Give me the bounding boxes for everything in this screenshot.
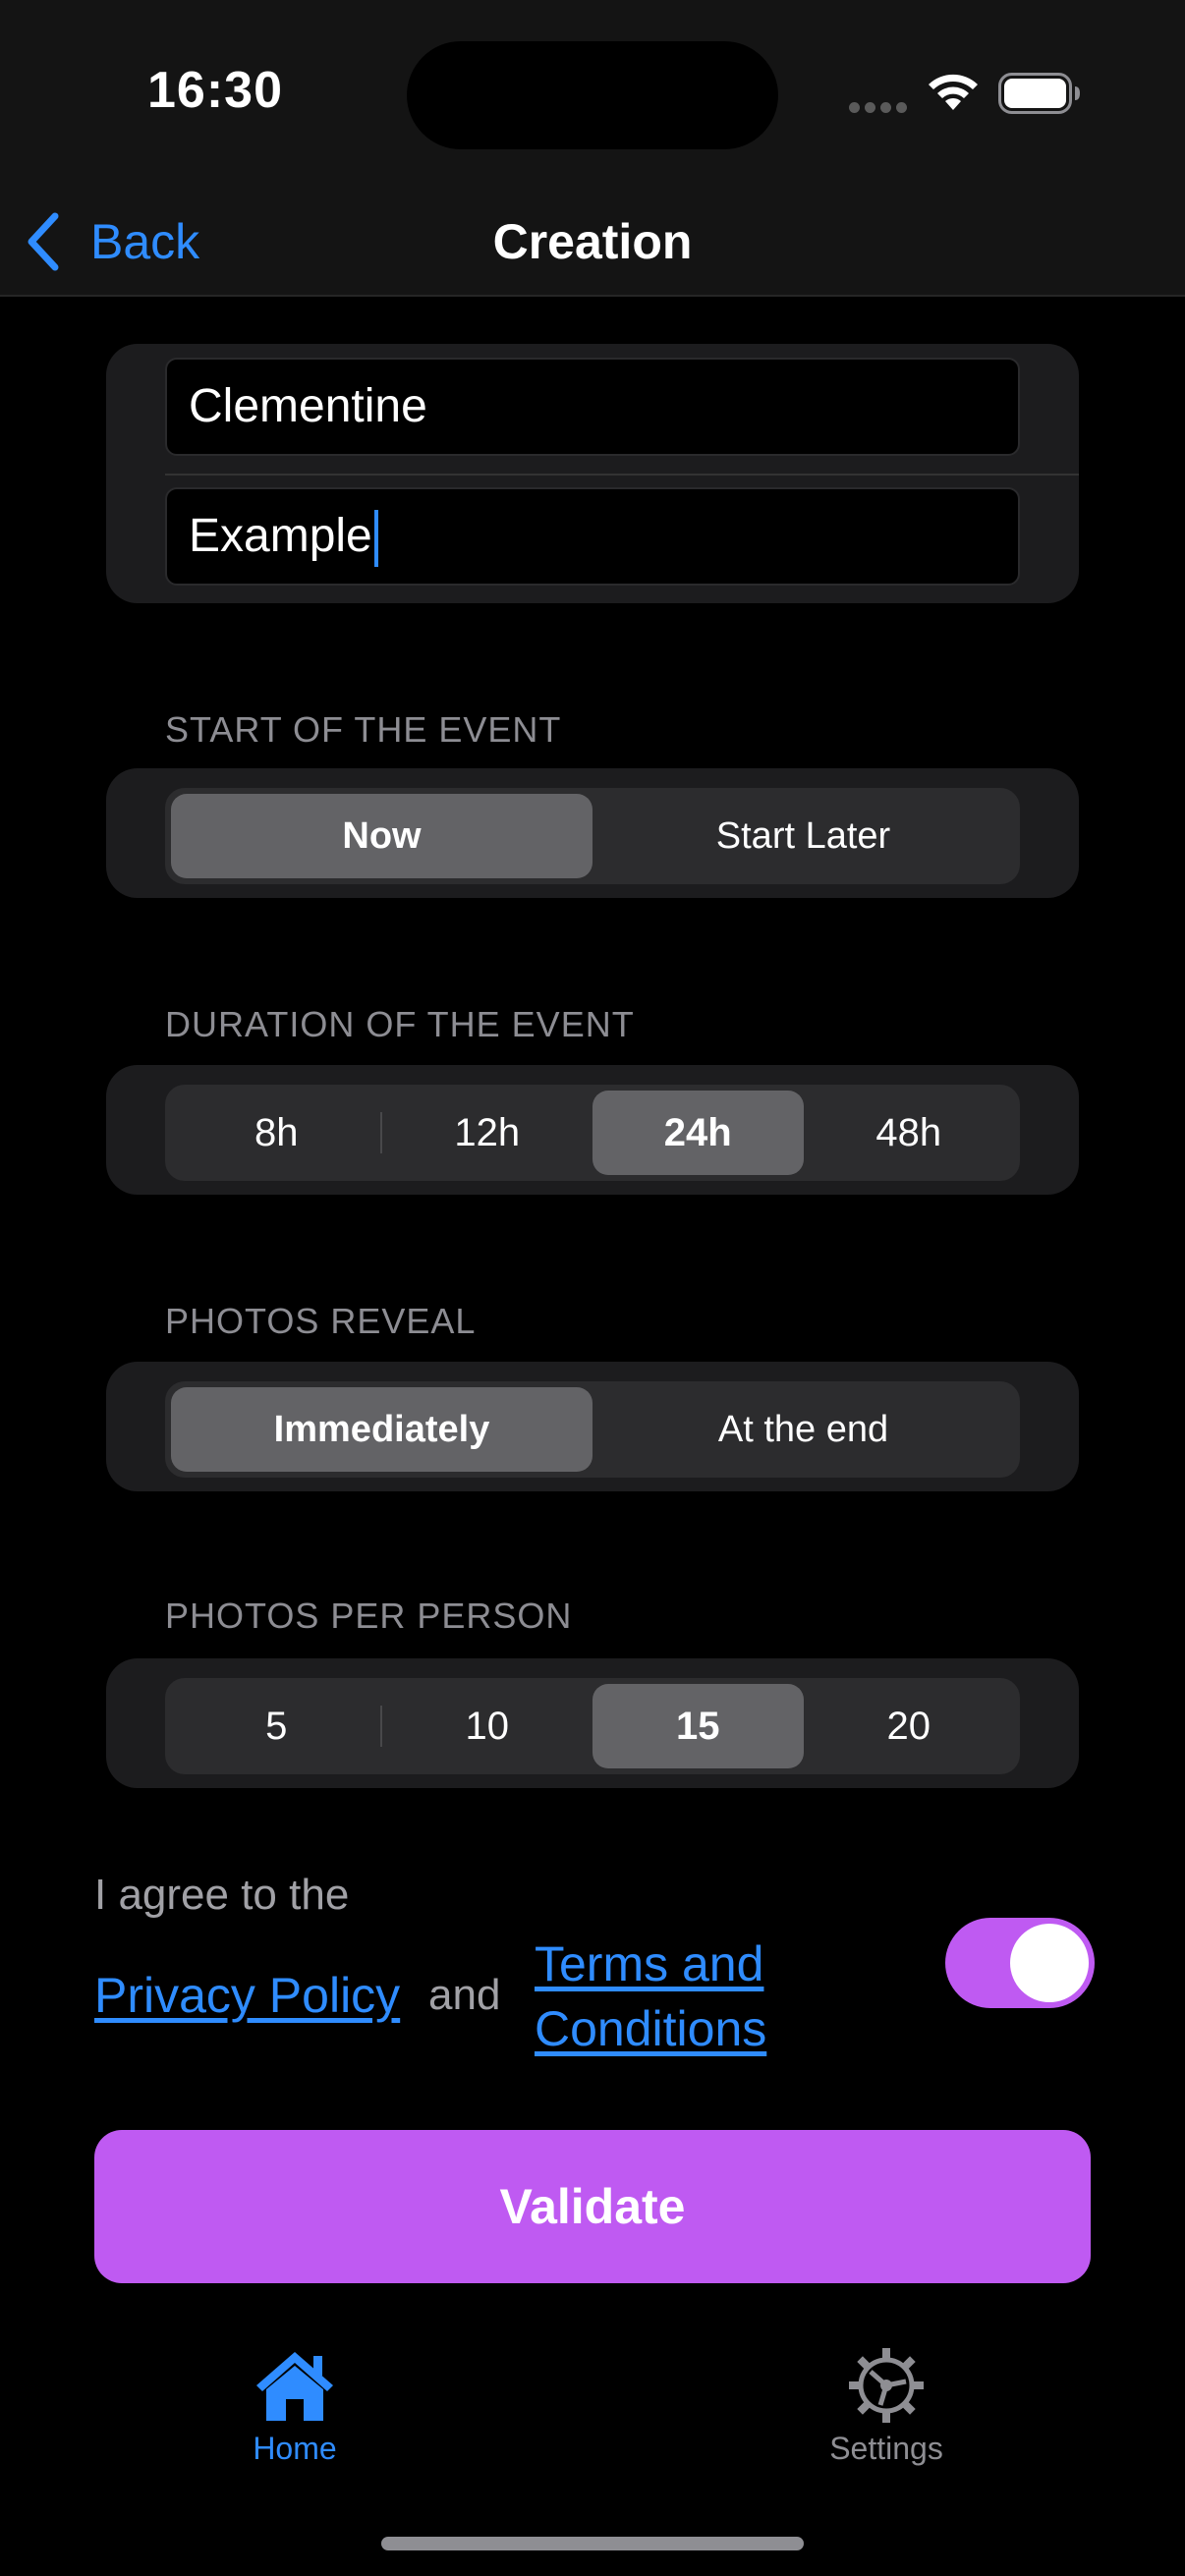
- home-indicator: [381, 2537, 804, 2550]
- status-time: 16:30: [147, 62, 283, 119]
- dynamic-island: [407, 41, 778, 149]
- event-description-value: Example: [189, 510, 372, 562]
- field-divider: [165, 474, 1079, 476]
- navigation-bar: Back Creation: [0, 187, 1185, 297]
- segment-now[interactable]: Now: [171, 794, 592, 878]
- validate-button[interactable]: Validate: [94, 2130, 1091, 2283]
- cellular-signal-icon: [849, 102, 908, 114]
- duration-segmented-control: 8h 12h 24h 48h: [165, 1085, 1020, 1181]
- segment-start-later[interactable]: Start Later: [592, 794, 1014, 878]
- agreement-and-text: and: [428, 1971, 501, 2019]
- toggle-knob: [1010, 1924, 1089, 2002]
- wifi-icon: [929, 74, 978, 110]
- house-icon: [256, 2352, 333, 2421]
- gear-icon: [849, 2348, 924, 2423]
- photos-section-label: PHOTOS PER PERSON: [165, 1596, 573, 1636]
- page-title: Creation: [492, 214, 693, 269]
- start-segmented-control: Now Start Later: [165, 788, 1020, 884]
- tab-home-label: Home: [253, 2431, 337, 2466]
- tab-home[interactable]: Home: [197, 2346, 393, 2467]
- segment-20[interactable]: 20: [804, 1684, 1015, 1768]
- segment-10[interactable]: 10: [382, 1684, 593, 1768]
- segment-8h[interactable]: 8h: [171, 1091, 382, 1175]
- terms-link-line-1[interactable]: Terms and: [535, 1935, 763, 1992]
- tab-settings[interactable]: Settings: [788, 2346, 985, 2467]
- segment-immediately[interactable]: Immediately: [171, 1387, 592, 1472]
- text-cursor: [373, 510, 378, 568]
- reveal-segmented-control: Immediately At the end: [165, 1381, 1020, 1478]
- privacy-policy-link[interactable]: Privacy Policy: [94, 1967, 400, 2024]
- event-name-field[interactable]: Clementine: [165, 358, 1020, 456]
- start-section-label: START OF THE EVENT: [165, 709, 562, 750]
- segment-48h[interactable]: 48h: [804, 1091, 1015, 1175]
- event-info-card: Clementine Example: [106, 344, 1079, 603]
- segment-12h[interactable]: 12h: [382, 1091, 593, 1175]
- segment-24h[interactable]: 24h: [592, 1091, 804, 1175]
- agreement-text: I agree to the: [94, 1871, 350, 1919]
- duration-section-label: DURATION OF THE EVENT: [165, 1004, 635, 1044]
- segment-15[interactable]: 15: [592, 1684, 804, 1768]
- tab-settings-label: Settings: [829, 2431, 943, 2466]
- segment-at-the-end[interactable]: At the end: [592, 1387, 1014, 1472]
- agreement-toggle[interactable]: [945, 1918, 1095, 2008]
- event-description-field[interactable]: Example: [165, 487, 1020, 586]
- status-bar: 16:30: [0, 0, 1185, 187]
- segment-5[interactable]: 5: [171, 1684, 382, 1768]
- reveal-section-label: PHOTOS REVEAL: [165, 1301, 477, 1341]
- photos-segmented-control: 5 10 15 20: [165, 1678, 1020, 1774]
- terms-link-line-2[interactable]: Conditions: [535, 2000, 766, 2057]
- battery-icon: [998, 73, 1080, 114]
- event-name-value: Clementine: [189, 380, 427, 432]
